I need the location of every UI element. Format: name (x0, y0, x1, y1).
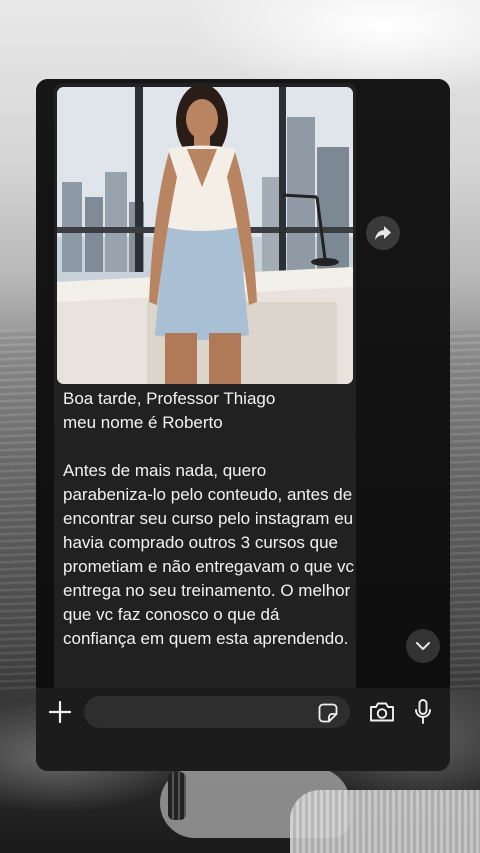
plus-icon (49, 701, 71, 723)
chevron-down-icon (416, 641, 430, 650)
attach-button[interactable] (46, 698, 74, 726)
message-text: Boa tarde, Professor Thiago meu nome é R… (63, 389, 355, 648)
camera-button[interactable] (367, 698, 397, 726)
photo-illustration (57, 87, 353, 384)
scroll-to-bottom-button[interactable] (406, 629, 440, 663)
chat-messages-area[interactable]: Boa tarde, Professor Thiago meu nome é R… (36, 79, 450, 688)
message-photo[interactable] (57, 87, 353, 384)
background-cloth (290, 790, 480, 853)
background-wristband (168, 772, 186, 820)
sticker-icon (318, 703, 338, 723)
chat-window: Boa tarde, Professor Thiago meu nome é R… (36, 79, 450, 771)
forward-button[interactable] (366, 216, 400, 250)
microphone-icon (415, 699, 431, 724)
forward-arrow-icon (375, 226, 391, 240)
microphone-button[interactable] (411, 696, 435, 728)
message-input[interactable] (84, 696, 350, 728)
sticker-button[interactable] (317, 702, 339, 724)
camera-icon (370, 702, 394, 722)
message-composer (36, 688, 450, 771)
